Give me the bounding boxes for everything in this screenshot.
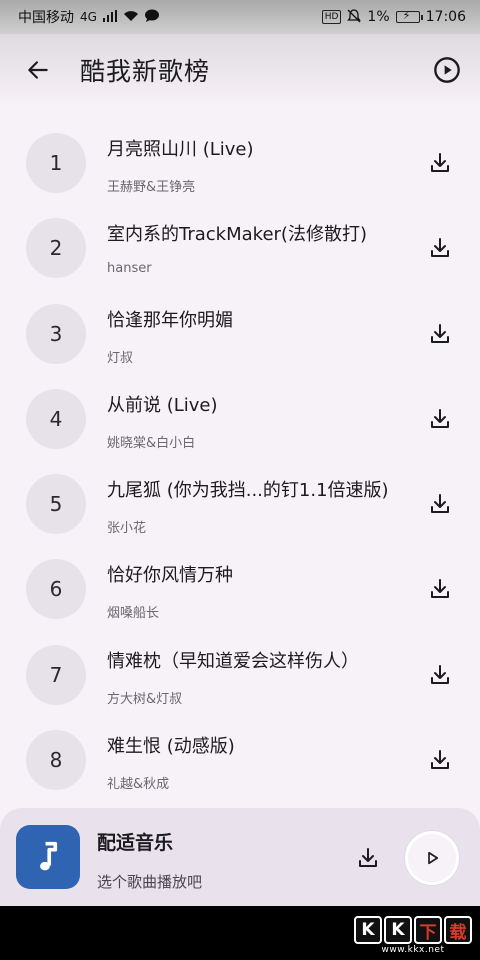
hd-badge: HD	[321, 10, 342, 24]
signal-icon	[102, 9, 117, 25]
page-title: 酷我新歌榜	[80, 57, 211, 86]
song-item-5[interactable]: 5 九尾狐 (你为我挡...的钉1.1倍速版) 张小花	[0, 462, 480, 547]
download-icon	[431, 323, 449, 343]
download-icon	[431, 408, 449, 428]
rank-badge: 4	[26, 388, 86, 449]
rank-badge: 5	[26, 474, 86, 535]
song-artist: 张小花	[107, 521, 147, 537]
player-subtitle: 选个歌曲播放吧	[97, 873, 203, 891]
watermark-logo: K K 下 载	[354, 916, 472, 944]
bell-muted-icon	[347, 8, 362, 26]
watermark-char: 载	[444, 916, 472, 944]
message-icon	[144, 9, 159, 25]
play-all-button[interactable]	[431, 54, 463, 86]
download-icon	[431, 238, 449, 258]
navigation-bar: K K 下 载 www.kkx.net	[0, 906, 480, 960]
app-header: 酷我新歌榜	[0, 34, 480, 106]
song-artist: 礼越&秋成	[107, 777, 170, 793]
watermark-char: K	[384, 916, 412, 944]
battery-percent: 1%	[367, 9, 390, 25]
watermark-url: www.kkx.net	[381, 945, 445, 955]
download-button[interactable]	[424, 659, 456, 691]
song-artist: 方大树&灯叔	[107, 691, 183, 707]
play-circle-icon	[434, 57, 460, 83]
song-title: 恰逢那年你明媚	[107, 309, 233, 331]
watermark: K K 下 载 www.kkx.net	[354, 916, 472, 955]
player-download-button[interactable]	[352, 842, 384, 874]
arrow-left-icon	[28, 61, 48, 79]
download-icon	[431, 153, 449, 172]
song-item-2[interactable]: 2 室内系的TrackMaker(法修散打) hanser	[0, 206, 480, 291]
download-icon	[431, 750, 449, 770]
song-item-8[interactable]: 8 难生恨 (动感版) 礼越&秋成	[0, 718, 480, 803]
song-title: 九尾狐 (你为我挡...的钉1.1倍速版)	[107, 480, 389, 502]
song-title: 月亮照山川 (Live)	[107, 139, 254, 160]
rank-badge: 6	[26, 559, 86, 620]
song-item-6[interactable]: 6 恰好你风情万种 烟嗓船长	[0, 547, 480, 632]
download-icon	[431, 579, 449, 599]
song-artist: 烟嗓船长	[107, 606, 160, 622]
carrier-name: 中国移动	[18, 10, 74, 26]
play-icon	[428, 851, 439, 865]
rank-badge: 8	[26, 730, 86, 791]
download-icon	[431, 494, 449, 514]
download-button[interactable]	[424, 147, 456, 179]
download-icon	[431, 664, 449, 684]
song-artist: 姚晓棠&白小白	[107, 435, 196, 451]
network-type: 4G	[80, 10, 97, 24]
song-artist: 灯叔	[107, 350, 134, 366]
player-title: 配适音乐	[97, 832, 174, 854]
download-button[interactable]	[424, 232, 456, 264]
wifi-icon	[123, 10, 139, 25]
download-button[interactable]	[424, 403, 456, 435]
album-art[interactable]	[16, 825, 80, 889]
song-title: 难生恨 (动感版)	[107, 736, 235, 758]
song-artist: 王赫野&王铮亮	[107, 180, 196, 195]
player-play-button[interactable]	[405, 831, 459, 885]
song-title: 室内系的TrackMaker(法修散打)	[107, 224, 367, 246]
download-icon	[359, 848, 377, 867]
back-button[interactable]	[22, 54, 54, 86]
battery-icon: ⚡	[395, 9, 423, 23]
song-artist: hanser	[107, 261, 152, 277]
download-button[interactable]	[424, 573, 456, 605]
status-bar: 中国移动 4G HD 1% ⚡ 17:06	[0, 0, 480, 34]
watermark-char: K	[354, 916, 382, 944]
song-item-7[interactable]: 7 情难枕（早知道爱会这样伤人） 方大树&灯叔	[0, 633, 480, 718]
song-item-4[interactable]: 4 从前说 (Live) 姚晓棠&白小白	[0, 377, 480, 462]
status-right: HD 1% ⚡ 17:06	[321, 8, 466, 26]
rank-badge: 7	[26, 644, 86, 705]
rank-badge: 2	[26, 218, 86, 279]
song-title: 情难枕（早知道爱会这样伤人）	[107, 650, 359, 672]
song-title: 从前说 (Live)	[107, 394, 218, 416]
song-item-1[interactable]: 1 月亮照山川 (Live) 王赫野&王铮亮	[0, 121, 480, 206]
watermark-char: 下	[414, 916, 442, 944]
download-button[interactable]	[424, 744, 456, 776]
download-button[interactable]	[424, 488, 456, 520]
music-note-icon	[40, 841, 58, 871]
rank-badge: 3	[26, 303, 86, 364]
clock: 17:06	[425, 9, 466, 25]
status-left: 中国移动 4G	[18, 7, 159, 27]
song-item-3[interactable]: 3 恰逢那年你明媚 灯叔	[0, 292, 480, 377]
song-title: 恰好你风情万种	[107, 565, 233, 587]
download-button[interactable]	[424, 318, 456, 350]
song-list: 1 月亮照山川 (Live) 王赫野&王铮亮 2 室内系的TrackMaker(…	[0, 121, 480, 803]
mini-player[interactable]: 配适音乐 选个歌曲播放吧	[0, 808, 480, 906]
rank-badge: 1	[26, 133, 86, 193]
